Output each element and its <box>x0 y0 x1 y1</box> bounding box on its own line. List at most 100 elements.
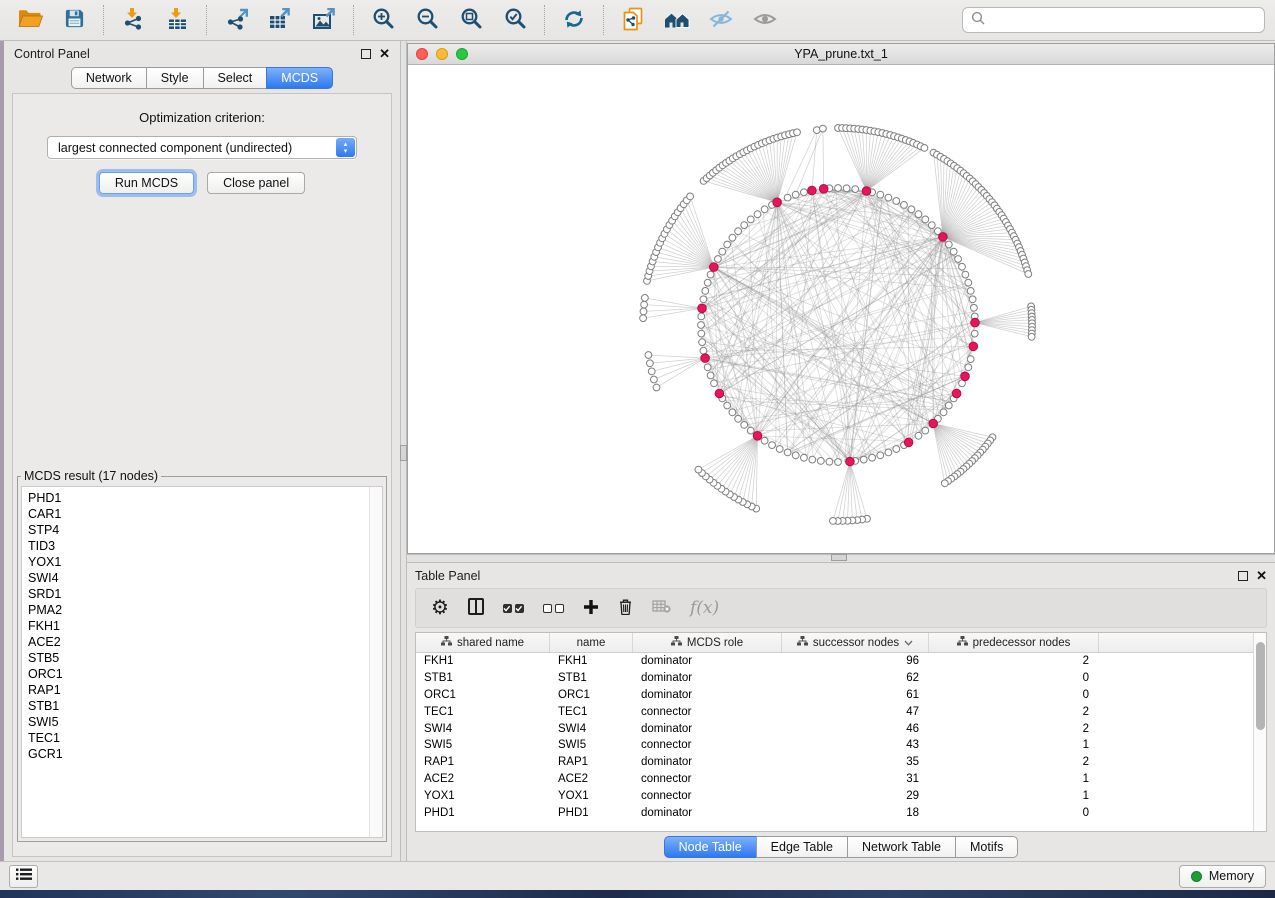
mcds-node[interactable] <box>969 342 978 351</box>
horizontal-split-divider[interactable] <box>407 554 1275 563</box>
network-node[interactable] <box>885 449 892 456</box>
network-node[interactable] <box>761 206 768 213</box>
result-list-scrollbar[interactable] <box>369 487 382 837</box>
table-row-FKH1[interactable]: FKH1FKH1dominator962 <box>416 653 1253 670</box>
divider-handle[interactable] <box>400 445 407 461</box>
satellite-node[interactable] <box>651 376 658 383</box>
network-node[interactable] <box>971 304 978 311</box>
network-node[interactable] <box>965 279 972 286</box>
network-node[interactable] <box>915 432 922 439</box>
network-node[interactable] <box>698 330 705 337</box>
network-node[interactable] <box>704 279 711 286</box>
network-node[interactable] <box>729 234 736 241</box>
satellite-node[interactable] <box>641 301 648 308</box>
tab-mcds[interactable]: MCDS <box>266 67 333 89</box>
mcds-node[interactable] <box>929 419 938 428</box>
show-all-button[interactable] <box>745 3 785 37</box>
network-node[interactable] <box>965 364 972 371</box>
open-file-button[interactable] <box>10 3 50 37</box>
export-image-button[interactable] <box>304 3 344 37</box>
network-node[interactable] <box>724 241 731 248</box>
satellite-node[interactable] <box>640 308 647 315</box>
network-node[interactable] <box>843 185 850 192</box>
network-node[interactable] <box>959 263 966 270</box>
mcds-result-item[interactable]: SRD1 <box>28 586 369 602</box>
mcds-node[interactable] <box>971 318 980 327</box>
mcds-result-item[interactable]: TEC1 <box>28 730 369 746</box>
network-node[interactable] <box>724 402 731 409</box>
network-node[interactable] <box>860 456 867 463</box>
satellite-node[interactable] <box>921 145 928 152</box>
tab-node-table[interactable]: Node Table <box>664 836 757 858</box>
satellite-node[interactable] <box>1025 271 1032 278</box>
network-node[interactable] <box>747 216 754 223</box>
satellite-node[interactable] <box>653 384 660 391</box>
mcds-result-item[interactable]: YOX1 <box>28 554 369 570</box>
zoom-fit-button[interactable] <box>451 3 491 37</box>
network-node[interactable] <box>784 194 791 201</box>
new-network-from-selection-button[interactable] <box>613 3 653 37</box>
mcds-result-item[interactable]: STP4 <box>28 522 369 538</box>
network-node[interactable] <box>792 191 799 198</box>
network-node[interactable] <box>754 211 761 218</box>
network-node[interactable] <box>715 256 722 263</box>
close-panel-icon[interactable]: ✕ <box>1256 571 1267 581</box>
minimize-window-button[interactable] <box>436 48 448 60</box>
network-node[interactable] <box>776 446 783 453</box>
column-header-successor-nodes[interactable]: successor nodes <box>782 633 929 652</box>
mcds-node[interactable] <box>961 372 970 381</box>
network-node[interactable] <box>761 437 768 444</box>
network-node[interactable] <box>962 271 969 278</box>
network-node[interactable] <box>901 202 908 209</box>
mcds-node[interactable] <box>952 389 961 398</box>
mcds-result-item[interactable]: ORC1 <box>28 666 369 682</box>
network-node[interactable] <box>928 222 935 229</box>
memory-button[interactable]: Memory <box>1179 865 1266 888</box>
table-scrollbar[interactable] <box>1253 633 1266 831</box>
table-row-SWI4[interactable]: SWI4SWI4dominator462 <box>416 720 1253 737</box>
network-node[interactable] <box>971 330 978 337</box>
network-node[interactable] <box>955 256 962 263</box>
close-panel-button[interactable]: Close panel <box>207 172 305 194</box>
close-panel-icon[interactable]: ✕ <box>379 49 390 59</box>
network-node[interactable] <box>945 402 952 409</box>
mcds-result-item[interactable]: FKH1 <box>28 618 369 634</box>
mcds-result-item[interactable]: GCR1 <box>28 746 369 762</box>
satellite-node[interactable] <box>941 480 948 487</box>
mcds-node[interactable] <box>819 185 828 194</box>
network-node[interactable] <box>950 248 957 255</box>
delete-table-button[interactable] <box>652 593 671 623</box>
mcds-result-item[interactable]: TID3 <box>28 538 369 554</box>
mcds-node[interactable] <box>710 263 719 272</box>
network-node[interactable] <box>707 372 714 379</box>
network-node[interactable] <box>922 427 929 434</box>
mcds-node[interactable] <box>939 233 948 242</box>
zoom-in-button[interactable] <box>363 3 403 37</box>
select-all-button[interactable] <box>503 593 524 623</box>
network-node[interactable] <box>852 186 859 193</box>
zoom-selected-button[interactable] <box>495 3 535 37</box>
network-node[interactable] <box>707 271 714 278</box>
network-node[interactable] <box>801 189 808 196</box>
network-node[interactable] <box>784 449 791 456</box>
mcds-result-item[interactable]: STB5 <box>28 650 369 666</box>
table-row-TEC1[interactable]: TEC1TEC1connector472 <box>416 703 1253 720</box>
tab-style[interactable]: Style <box>146 67 204 89</box>
satellite-node[interactable] <box>794 129 801 136</box>
divider-handle[interactable] <box>831 554 847 561</box>
mcds-result-item[interactable]: SWI4 <box>28 570 369 586</box>
network-node[interactable] <box>967 288 974 295</box>
network-node[interactable] <box>893 446 900 453</box>
create-column-button[interactable] <box>583 593 599 623</box>
close-window-button[interactable] <box>416 48 428 60</box>
export-network-button[interactable] <box>216 3 256 37</box>
network-node[interactable] <box>698 313 705 320</box>
network-node[interactable] <box>877 452 884 459</box>
satellite-node[interactable] <box>687 193 694 200</box>
network-node[interactable] <box>729 409 736 416</box>
show-column-selector-button[interactable] <box>468 593 484 623</box>
satellite-node[interactable] <box>648 368 655 375</box>
float-panel-icon[interactable] <box>361 49 371 59</box>
mcds-node[interactable] <box>701 354 710 363</box>
delete-column-button[interactable] <box>618 593 633 623</box>
